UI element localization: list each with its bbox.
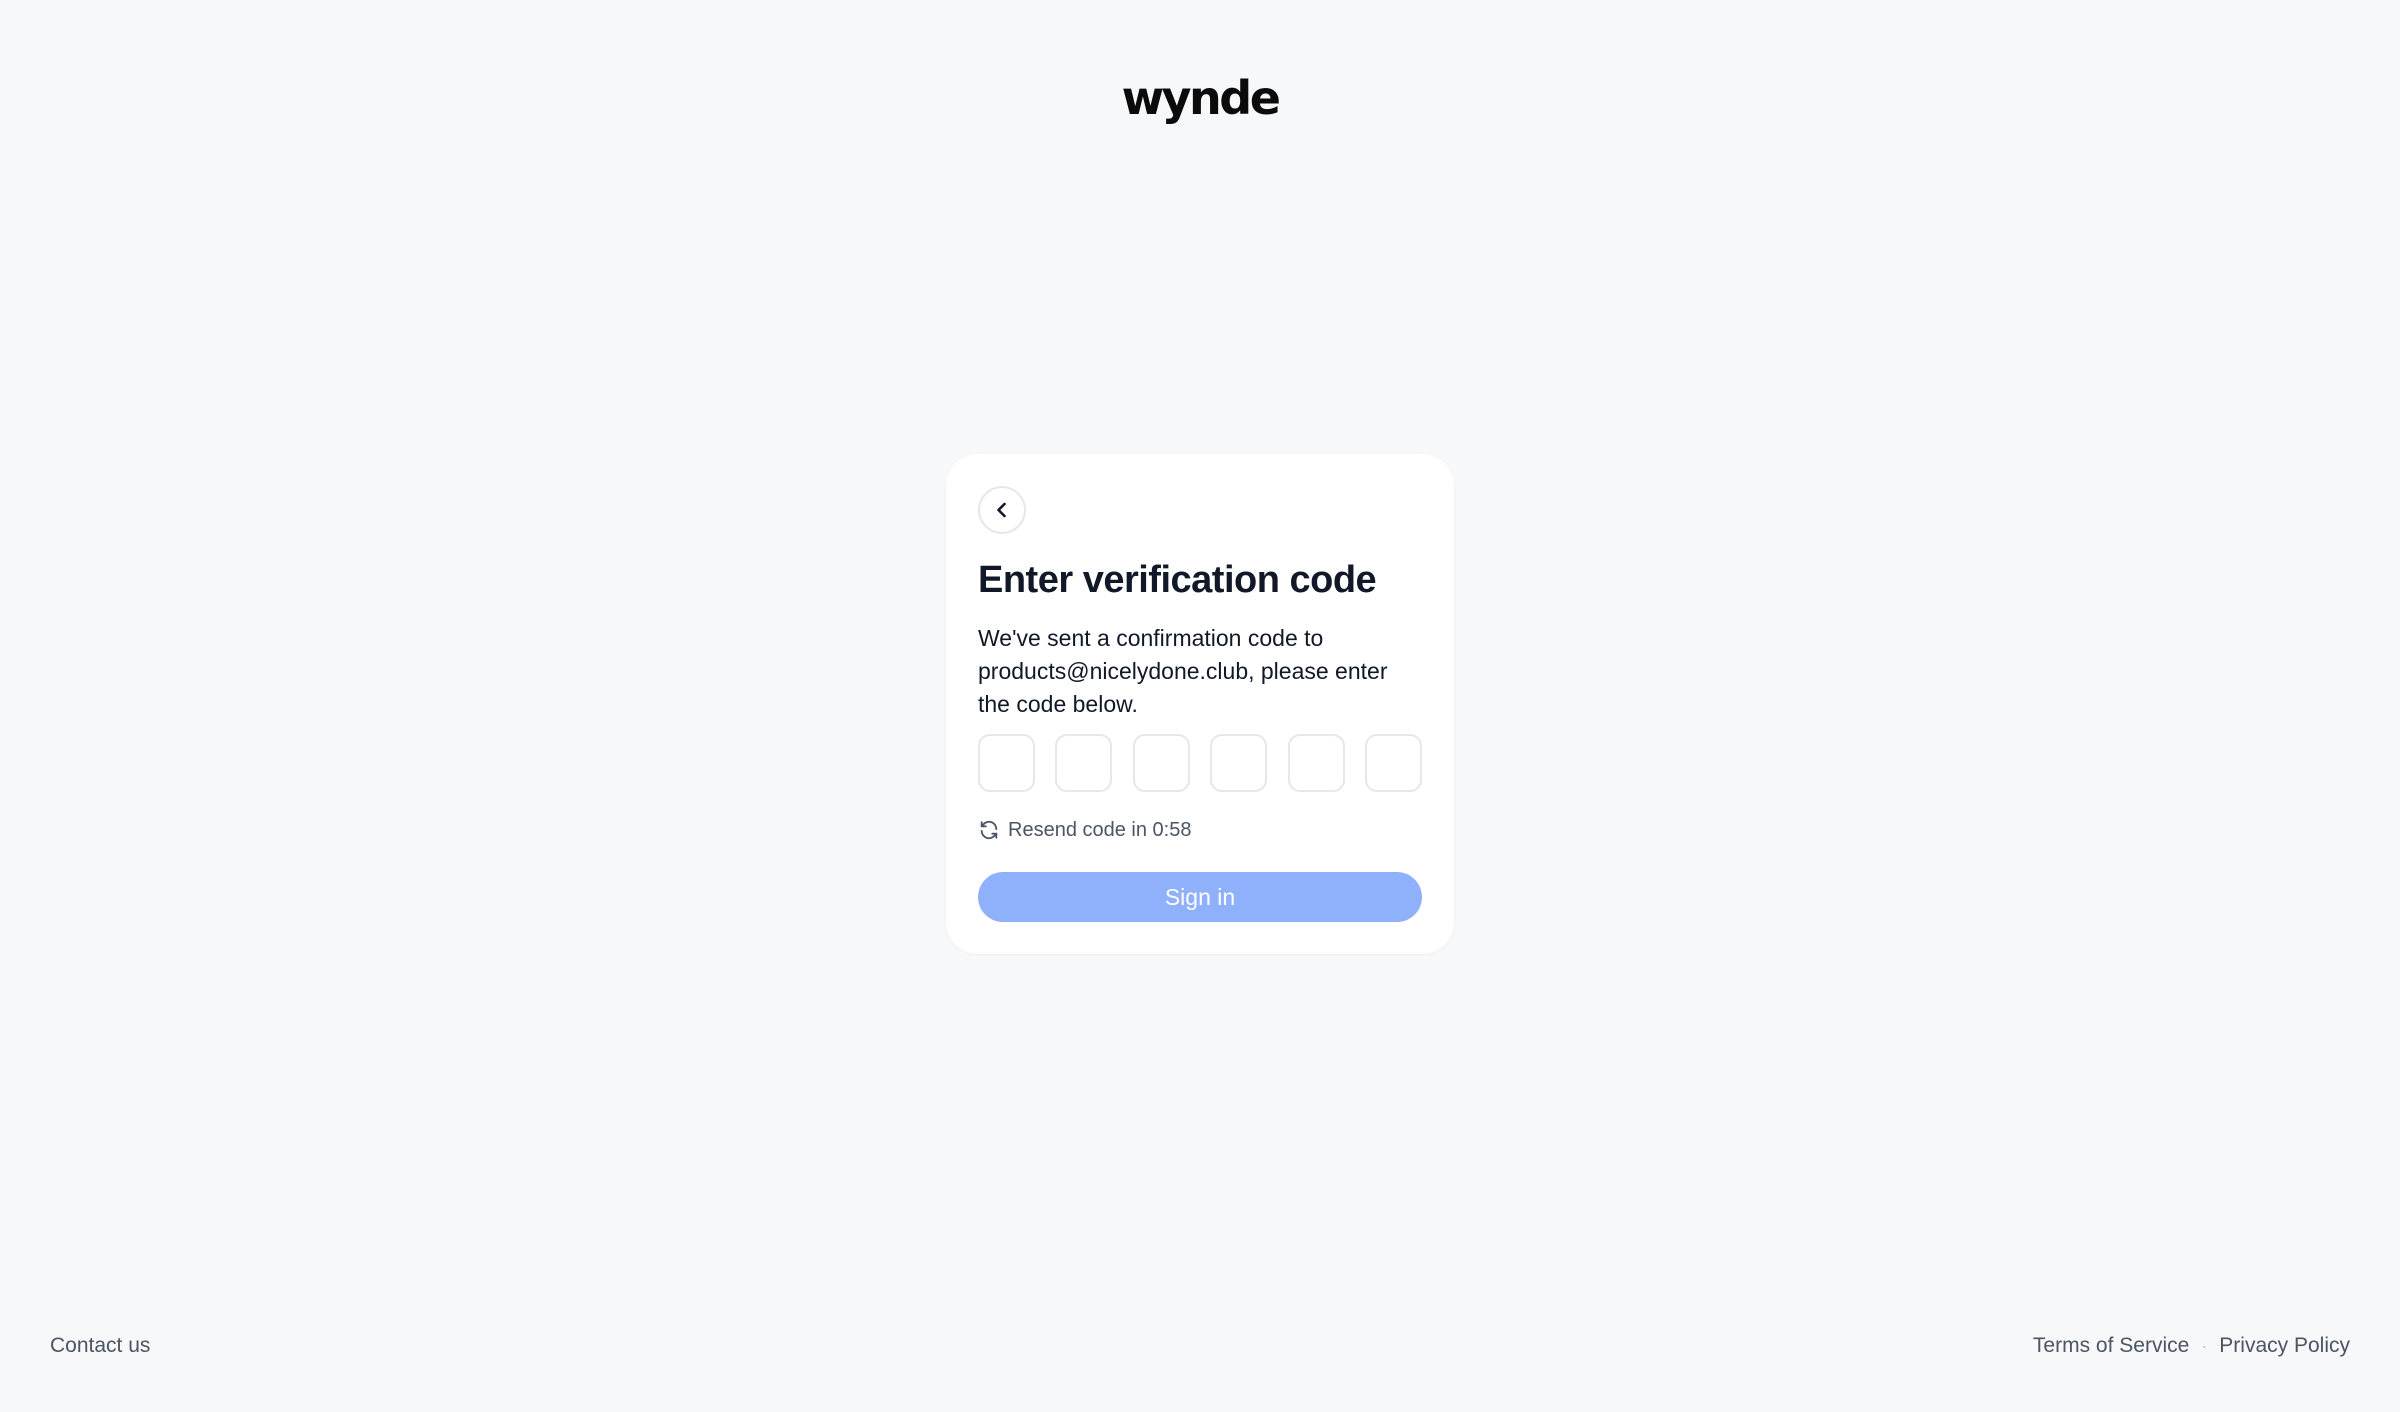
terms-of-service-link[interactable]: Terms of Service [2033, 1332, 2189, 1360]
code-digit-1[interactable] [978, 734, 1035, 792]
privacy-policy-link[interactable]: Privacy Policy [2219, 1332, 2350, 1360]
contact-us-link[interactable]: Contact us [50, 1332, 150, 1360]
resend-code-label: Resend code in 0:58 [1008, 819, 1192, 841]
back-button[interactable] [978, 486, 1026, 534]
footer-separator: · [2201, 1336, 2208, 1356]
code-input-group [978, 734, 1422, 792]
chevron-left-icon [992, 500, 1012, 520]
logo: wynde [1121, 71, 1281, 125]
sign-in-button[interactable]: Sign in [978, 872, 1422, 922]
instruction-text: We've sent a confirmation code to produc… [978, 625, 1388, 717]
code-digit-3[interactable] [1132, 734, 1190, 792]
footer-links: Terms of Service · Privacy Policy [2033, 1332, 2350, 1360]
refresh-icon [978, 819, 1000, 841]
verification-card: Enter verification code We've sent a con… [946, 454, 1454, 954]
page-title: Enter verification code [978, 559, 1377, 601]
resend-code-link[interactable]: Resend code in 0:58 [978, 816, 1191, 844]
code-digit-5[interactable] [1287, 734, 1345, 792]
code-digit-4[interactable] [1210, 734, 1268, 792]
code-digit-6[interactable] [1364, 734, 1422, 792]
code-digit-2[interactable] [1055, 734, 1113, 792]
